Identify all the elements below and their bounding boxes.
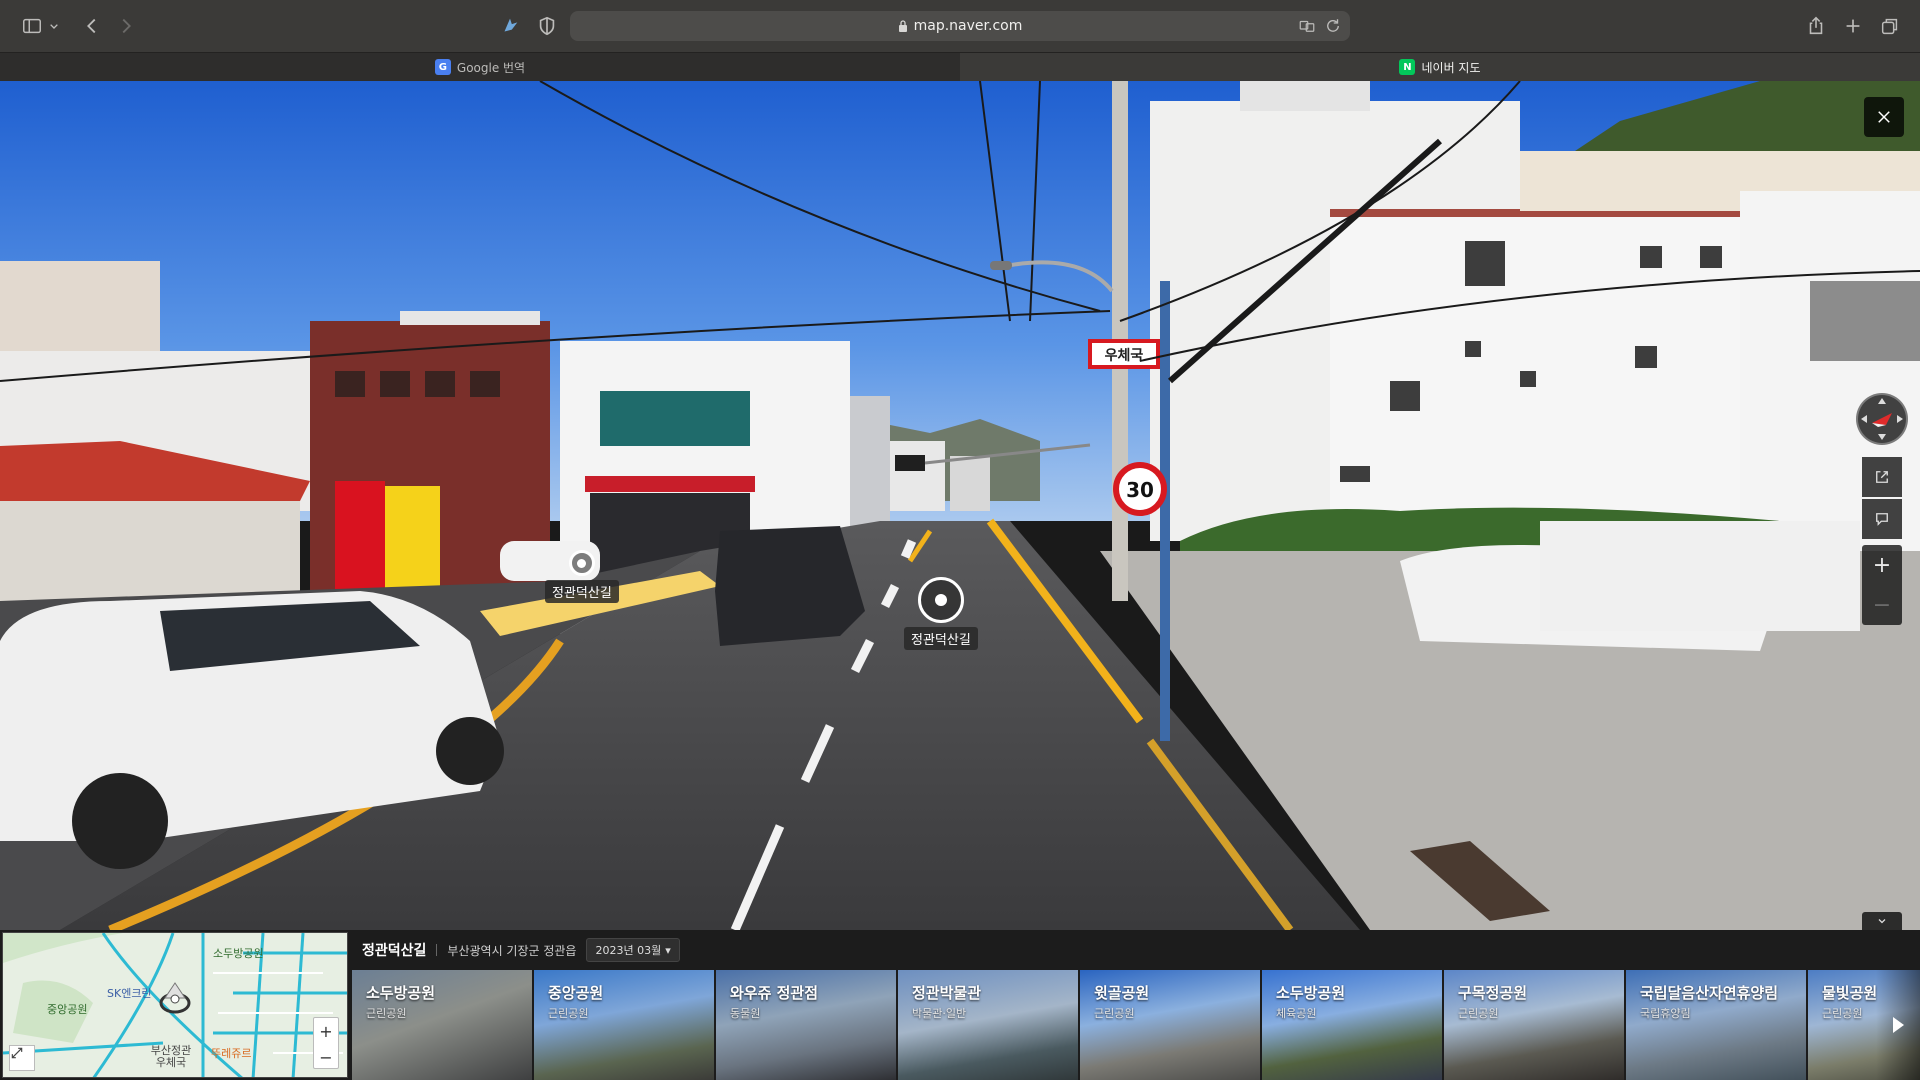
share-view-button[interactable] [1862, 457, 1902, 497]
place-name: 정관덕산길 [362, 943, 427, 959]
share-link-icon [1876, 471, 1888, 483]
close-street-view-button[interactable] [1864, 97, 1904, 137]
zoom-out-button[interactable]: − [1862, 585, 1902, 625]
zoom-in-button[interactable]: + [1862, 545, 1902, 585]
place-thumbnail[interactable]: 구목정공원 근린공원 [1444, 970, 1624, 1080]
tab-naver-map[interactable]: N 네이버 지도 [960, 53, 1920, 81]
translate-icon[interactable] [1298, 17, 1316, 35]
place-thumbnail[interactable]: 정관박물관 박물관·일반 [898, 970, 1078, 1080]
place-thumbnail[interactable]: 소두방공원 체육공원 [1262, 970, 1442, 1080]
minimap-label-central-park: 중앙공원 [47, 1003, 88, 1016]
place-thumbnail[interactable]: 와우쥬 정관점 동물원 [716, 970, 896, 1080]
thumbnail-category: 근린공원 [1458, 1007, 1499, 1020]
report-icon [1876, 513, 1888, 526]
compass-icon [1861, 398, 1903, 440]
naver-map-favicon-icon: N [1399, 59, 1416, 75]
thumbnail-category: 근린공원 [1094, 1007, 1135, 1020]
date-selector[interactable]: 2023년 03월 ▾ [586, 938, 680, 962]
thumbnail-name: 와우쥬 정관점 [730, 984, 819, 1002]
tab-label: Google 번역 [456, 60, 526, 75]
thumbnail-category: 박물관·일반 [912, 1007, 967, 1020]
place-thumbnail[interactable]: 국립달음산자연휴양림 국립휴양림 [1626, 970, 1806, 1080]
thumbnail-name: 정관박물관 [912, 984, 982, 1002]
share-icon[interactable] [1802, 12, 1830, 40]
minimap-expand-button[interactable] [9, 1045, 35, 1071]
thumbnail-category: 체육공원 [1276, 1007, 1317, 1020]
place-thumbnail[interactable]: 소두방공원 근린공원 [352, 970, 532, 1080]
thumbnail-category: 근린공원 [366, 1007, 407, 1020]
post-office-sign: 우체국 [1105, 348, 1144, 364]
report-button[interactable] [1862, 499, 1902, 539]
url-text: map.naver.com [913, 18, 1023, 34]
new-tab-icon[interactable] [1839, 12, 1867, 40]
google-translate-favicon-icon: G [434, 59, 451, 75]
privacy-shield-icon[interactable] [533, 12, 561, 40]
minimap-label-bakery: 뚜레쥬르 [211, 1047, 252, 1060]
thumbnail-name: 물빛공원 [1822, 984, 1878, 1002]
carousel-next-button[interactable] [1876, 970, 1920, 1080]
chevron-down-icon [1878, 919, 1886, 924]
zoom-control: + − [1862, 545, 1902, 625]
minimap-label-park: 소두방공원 [213, 947, 264, 960]
place-thumbnail[interactable]: 윗골공원 근린공원 [1080, 970, 1260, 1080]
back-icon[interactable] [78, 12, 106, 40]
minimap-label-gas-station: SK엔크린 [107, 987, 152, 1000]
thumbnail-category: 동물원 [730, 1007, 761, 1020]
road-marker-label: 정관덕산길 [904, 627, 978, 650]
collapse-panel-button[interactable] [1862, 912, 1902, 930]
minimap-zoom-out-button[interactable]: − [314, 1044, 338, 1070]
thumbnail-name: 소두방공원 [1276, 984, 1346, 1002]
street-view-bottom-panel: 소두방공원 중앙공원 SK엔크린 부산정관 우체국 뚜레쥬르 + − 정관덕산길… [0, 930, 1920, 1080]
street-scene-image: 우체국 30 [0, 81, 1920, 930]
lock-icon [898, 20, 907, 32]
tab-overview-icon[interactable] [1876, 12, 1904, 40]
date-label: 2023년 03월 [595, 944, 662, 957]
nearby-places-carousel: 소두방공원 근린공원 중앙공원 근린공원 와우쥬 정관점 동물원 정관박물관 박… [352, 970, 1920, 1080]
close-icon [1878, 111, 1890, 123]
minimap[interactable]: 소두방공원 중앙공원 SK엔크린 부산정관 우체국 뚜레쥬르 + − [2, 932, 348, 1078]
sidebar-toggle-icon[interactable] [18, 12, 46, 40]
road-marker-left[interactable]: 정관덕산길 [545, 550, 619, 603]
play-arrow-icon [1893, 1017, 1904, 1033]
browser-toolbar: map.naver.com [0, 0, 1920, 52]
tab-google-translate[interactable]: G Google 번역 [0, 53, 960, 81]
minimap-label-post-office: 부산정관 우체국 [150, 1044, 192, 1069]
thumbnail-category: 근린공원 [1822, 1007, 1863, 1020]
thumbnail-name: 국립달음산자연휴양림 [1640, 984, 1779, 1002]
expand-icon [11, 1047, 23, 1059]
compass-control[interactable] [1856, 393, 1908, 445]
speed-limit-sign: 30 [1126, 478, 1154, 502]
street-view-panorama[interactable]: 우체국 30 + − 정관덕산길 정관덕산길 [0, 81, 1920, 930]
reload-icon[interactable] [1324, 17, 1342, 35]
dropdown-caret-icon: ▾ [665, 943, 671, 957]
thumbnail-name: 윗골공원 [1094, 984, 1150, 1002]
thumbnail-name: 소두방공원 [366, 984, 436, 1002]
minimap-zoom-control: + − [313, 1017, 339, 1069]
extension-icon[interactable] [496, 12, 524, 40]
forward-icon[interactable] [112, 12, 140, 40]
place-address: 부산광역시 기장군 정관읍 [447, 943, 577, 958]
tab-bar: G Google 번역 N 네이버 지도 [0, 52, 1920, 81]
location-info: 정관덕산길 부산광역시 기장군 정관읍 2023년 03월 ▾ [362, 938, 680, 962]
thumbnail-name: 구목정공원 [1458, 984, 1528, 1002]
tab-label: 네이버 지도 [1421, 60, 1481, 75]
thumbnail-category: 근린공원 [548, 1007, 589, 1020]
place-thumbnail[interactable]: 중앙공원 근린공원 [534, 970, 714, 1080]
road-marker-forward[interactable]: 정관덕산길 [904, 577, 978, 650]
divider [436, 944, 438, 956]
thumbnail-category: 국립휴양림 [1640, 1007, 1691, 1020]
road-marker-label: 정관덕산길 [545, 580, 619, 603]
address-bar[interactable]: map.naver.com [570, 11, 1350, 41]
thumbnail-name: 중앙공원 [548, 984, 604, 1002]
chevron-down-icon[interactable] [46, 12, 62, 40]
minimap-zoom-in-button[interactable]: + [314, 1018, 338, 1044]
